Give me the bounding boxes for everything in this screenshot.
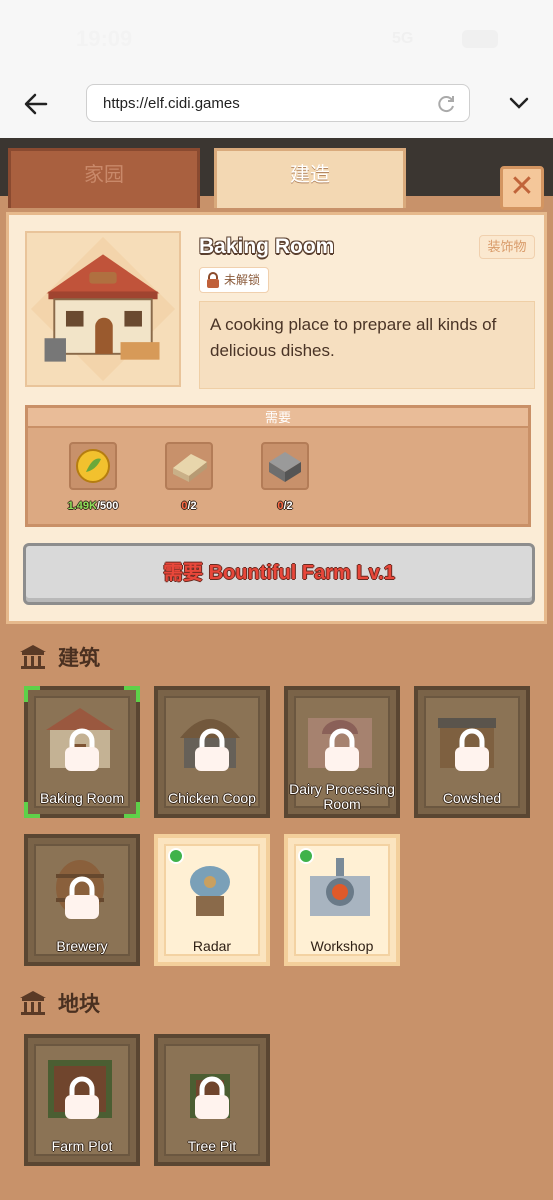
building-card-chicken-coop[interactable]: Chicken Coop [154,686,270,818]
building-detail-panel: Baking Room 装饰物 未解锁 A cooking place to p… [6,212,547,624]
card-label: Chicken Coop [168,790,256,806]
radar-thumb [190,866,230,916]
wood-plank-icon [165,442,213,490]
lock-icon [195,1076,229,1119]
status-bar: 19:09 5G [0,0,553,70]
lock-status-text: 未解锁 [224,273,261,287]
lock-icon [195,728,229,771]
browser-toolbar: https://elf.cidi.games [0,70,553,138]
section-plots: 地块 [18,988,100,1018]
lock-icon [455,728,489,771]
battery-icon [462,30,498,48]
building-preview [25,231,181,387]
card-label: Tree Pit [187,1138,237,1154]
building-icon [20,645,46,669]
tab-build[interactable]: 建造 [214,148,406,208]
tab-home[interactable]: 家园 [8,148,200,208]
plot-card-tree-pit[interactable]: Tree Pit [154,1034,270,1166]
address-bar[interactable]: https://elf.cidi.games [86,84,470,122]
close-button[interactable]: ✕ [500,166,544,210]
selection-corner [24,686,40,702]
card-label: Workshop [310,938,374,954]
section-plots-title: 地块 [58,993,100,1016]
stone-need: /2 [283,500,293,512]
reload-icon[interactable] [435,93,457,115]
unlock-requirement-button[interactable]: 需要 Bountiful Farm Lv.1 [23,543,535,605]
card-label: Dairy Processing Room [289,781,395,812]
lock-icon [325,728,359,771]
building-card-workshop[interactable]: Workshop [284,834,400,966]
requirements-header: 需要 [28,408,528,428]
back-arrow-icon[interactable] [22,90,50,118]
building-card-brewery[interactable]: Brewery [24,834,140,966]
requirement-wood: 0/2 [154,442,224,512]
building-card-baking-room[interactable]: Baking Room [24,686,140,818]
lock-icon [65,1076,99,1119]
requirements-box: 需要 1.49K/500 0/2 0/2 [25,405,531,527]
lock-icon [65,876,99,919]
category-tag: 装饰物 [479,235,535,259]
status-time: 19:09 [76,26,133,51]
plot-card-farm-plot[interactable]: Farm Plot [24,1034,140,1166]
selection-corner [24,802,40,818]
card-label: Radar [192,938,232,954]
network-indicator: 5G [392,30,414,47]
padlock-icon [207,272,219,288]
building-card-cowshed[interactable]: Cowshed [414,686,530,818]
building-card-dairy-processing-room[interactable]: Dairy Processing Room [284,686,400,818]
coin-icon [69,442,117,490]
lock-status-badge: 未解锁 [199,267,270,293]
url-text: https://elf.cidi.games [103,95,240,112]
requirement-stone: 0/2 [250,442,320,512]
wood-need: /2 [187,500,197,512]
section-buildings: 建筑 [18,642,100,672]
coin-have: 1.49K [67,500,97,512]
chevron-down-icon[interactable] [508,92,530,114]
card-label: Baking Room [39,790,125,806]
requirement-coin: 1.49K/500 [58,442,128,512]
card-label: Cowshed [442,790,502,806]
close-icon: ✕ [509,170,535,203]
workshop-thumb [310,858,370,916]
game-viewport: 家园 建造 ✕ Baking Room 装饰物 未解锁 A cooking pl… [0,138,553,1200]
card-label: Farm Plot [51,1138,113,1154]
selection-corner [124,802,140,818]
lock-icon [65,728,99,771]
building-title: Baking Room [199,235,335,258]
building-icon [20,991,46,1015]
check-icon [298,848,314,864]
check-icon [168,848,184,864]
building-description: A cooking place to prepare all kinds of … [199,301,535,389]
building-card-radar[interactable]: Radar [154,834,270,966]
stone-block-icon [261,442,309,490]
selection-corner [124,686,140,702]
coin-need: /500 [96,500,119,512]
baking-room-image [30,236,176,382]
card-label: Brewery [56,938,108,954]
section-buildings-title: 建筑 [58,647,100,670]
